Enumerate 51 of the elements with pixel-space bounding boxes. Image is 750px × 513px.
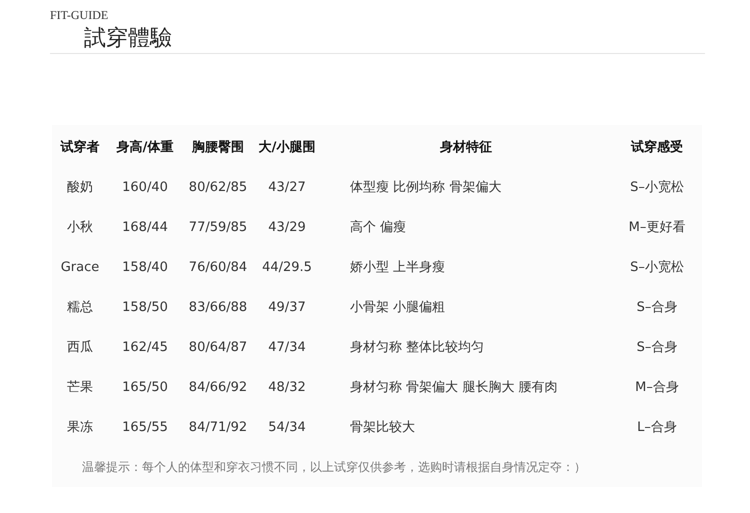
table-cell: 49/37	[268, 300, 306, 314]
table-cell: Grace	[60, 260, 100, 274]
table-cell: 80/64/87	[188, 340, 248, 354]
table-cell: 165/55	[122, 420, 168, 434]
table-cell: 43/29	[268, 220, 306, 234]
table-cell-text: 身材匀称 整体比较均匀	[350, 339, 484, 356]
table-cell: 162/45	[122, 340, 168, 354]
table-cell: 48/32	[268, 380, 306, 394]
table-cell: 83/66/88	[188, 300, 248, 314]
table-cell: 44/29.5	[262, 260, 312, 274]
tip-note: 温馨提示：每个人的体型和穿衣习惯不同，以上试穿仅供参考，选购时请根据自身情况定夺：）	[82, 458, 586, 476]
column-header: 胸腰臀围	[192, 139, 244, 156]
table-cell-text: 酸奶	[67, 179, 93, 196]
table-cell: 158/40	[122, 260, 168, 274]
table-cell: 54/34	[268, 420, 306, 434]
table-cell-text: 高个 偏瘦	[350, 219, 406, 236]
table-cell: 43/27	[268, 180, 306, 194]
table-cell: 76/60/84	[188, 260, 248, 274]
column-header: 试穿感受	[631, 138, 683, 156]
table-cell: 77/59/85	[188, 220, 248, 234]
table-cell: 84/66/92	[188, 380, 248, 394]
table-cell: 47/34	[268, 340, 306, 354]
table-cell-text: 西瓜	[67, 339, 93, 356]
table-cell-text: 糯总	[67, 299, 93, 316]
table-cell-text: S–小宽松	[630, 179, 684, 196]
table-cell-text: 小骨架 小腿偏粗	[350, 299, 446, 316]
table-cell-text: S–合身	[636, 299, 678, 316]
table-cell-text: 体型瘦 比例均称 骨架偏大	[350, 179, 502, 196]
table-cell-text: L–合身	[637, 419, 677, 436]
column-header: 大/小腿围	[258, 139, 316, 156]
table-cell-text: 骨架比较大	[350, 419, 415, 436]
table-cell: 158/50	[122, 300, 168, 314]
table-cell-text: M–合身	[635, 379, 679, 396]
column-header: 身高/体重	[116, 138, 174, 156]
table-cell: 165/50	[122, 380, 168, 394]
table-cell-text: M–更好看	[628, 219, 686, 236]
table-cell-text: S–合身	[636, 339, 678, 356]
column-header: 试穿者	[60, 138, 100, 156]
table-cell-text: 娇小型 上半身瘦	[350, 259, 446, 276]
table-cell-text: 芒果	[67, 379, 93, 396]
page-title: 試穿體驗	[84, 25, 172, 51]
table-cell-text: S–小宽松	[630, 259, 684, 276]
table-cell-text: 小秋	[67, 219, 93, 236]
column-header: 身材特征	[440, 139, 492, 156]
brand-label: FIT-GUIDE	[50, 8, 108, 23]
table-cell: 84/71/92	[188, 420, 248, 434]
table-cell-text: 果冻	[67, 419, 93, 436]
table-cell-text: 身材匀称 骨架偏大 腿长胸大 腰有肉	[350, 379, 558, 396]
table-cell: 80/62/85	[188, 180, 248, 194]
table-cell: 160/40	[122, 180, 168, 194]
table-cell: 168/44	[122, 220, 168, 234]
